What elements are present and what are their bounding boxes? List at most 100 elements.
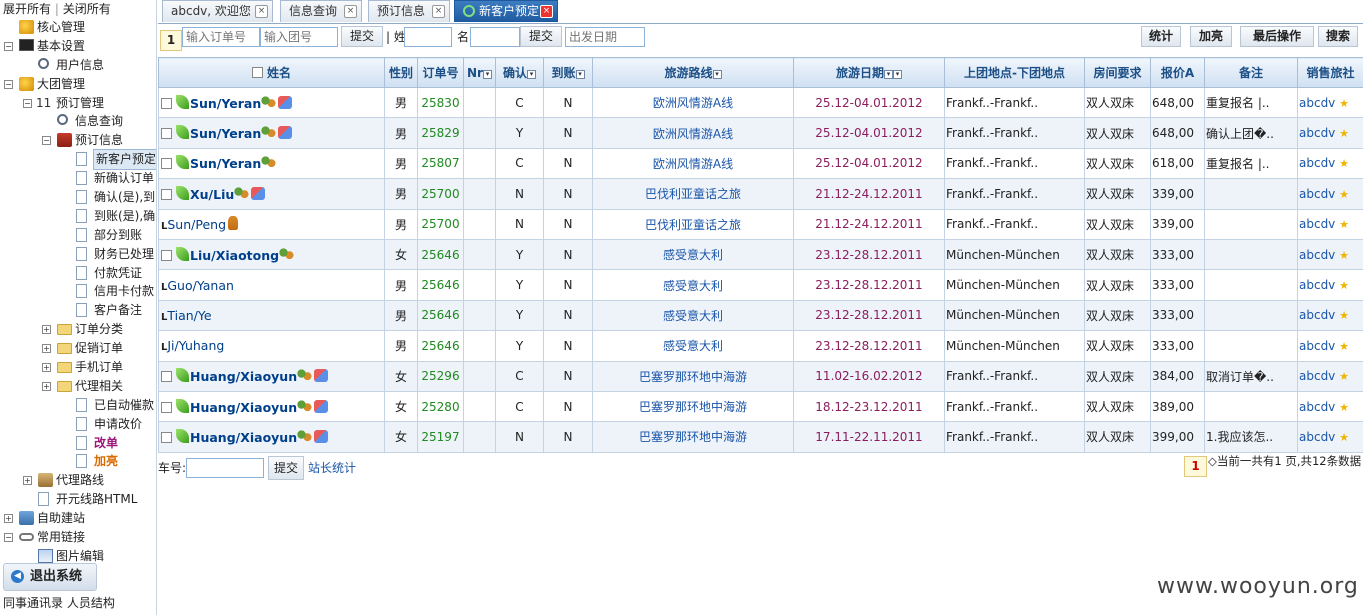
pager-current-page[interactable]: 1 [1184, 456, 1207, 477]
customer-name-link[interactable]: Liu/Xiaotong [190, 248, 279, 263]
cell-agency[interactable]: abcdv ★ [1297, 299, 1363, 332]
star-icon[interactable]: ★ [1339, 431, 1349, 444]
expand-toggle-icon[interactable]: + [42, 363, 51, 373]
customer-name-link[interactable]: Huang/Xiaoyun [190, 369, 297, 384]
cube-icon[interactable] [314, 429, 329, 443]
star-icon[interactable]: ★ [1339, 309, 1349, 322]
cell-route[interactable]: 巴塞罗那环地中海游 [592, 360, 794, 392]
cell-agency[interactable]: abcdv ★ [1297, 330, 1363, 362]
sidebar-item[interactable]: 到账(是),确 [0, 207, 156, 226]
star-icon[interactable]: ★ [1339, 127, 1349, 140]
sidebar-item[interactable]: + 代理相关 [0, 377, 156, 396]
star-icon[interactable]: ★ [1339, 401, 1349, 414]
sidebar-item[interactable]: 付款凭证 [0, 264, 156, 283]
tab-2[interactable]: 预订信息 × [368, 0, 450, 22]
submit-order-button[interactable]: 提交 [341, 26, 383, 47]
sidebar-item[interactable]: 加亮 [0, 452, 156, 471]
cube-icon[interactable] [314, 369, 329, 383]
customer-name-link[interactable]: Guo/Yanan [167, 278, 234, 293]
customer-name-link[interactable]: Sun/Yeran [190, 96, 261, 111]
cube-icon[interactable] [278, 126, 293, 140]
submit-name-button[interactable]: 提交 [520, 26, 562, 47]
tab-1[interactable]: 信息查询 × [280, 0, 362, 22]
agency-link[interactable]: abcdv [1299, 400, 1335, 414]
close-icon[interactable]: × [540, 5, 553, 18]
row-checkbox[interactable] [161, 371, 172, 383]
cell-agency[interactable]: abcdv ★ [1297, 147, 1363, 180]
cell-agency[interactable]: abcdv ★ [1297, 238, 1363, 271]
row-checkbox[interactable] [161, 188, 172, 200]
sidebar-item[interactable]: 财务已处理 [0, 245, 156, 264]
close-icon[interactable]: × [255, 5, 268, 18]
cell-agency[interactable]: abcdv ★ [1297, 178, 1363, 210]
car-submit-button[interactable]: 提交 [268, 456, 304, 480]
cell-agency[interactable]: abcdv ★ [1297, 421, 1363, 453]
cube-icon[interactable] [251, 186, 266, 200]
cell-agency[interactable]: abcdv ★ [1297, 390, 1363, 423]
people-icon[interactable] [297, 369, 313, 383]
col-nr[interactable]: Nr ▾ [463, 57, 496, 88]
cell-route[interactable]: 巴塞罗那环地中海游 [592, 390, 794, 423]
sidebar-item[interactable]: −11 预订管理 [0, 94, 156, 113]
col-name[interactable]: 姓名 [158, 57, 385, 88]
logout-button[interactable]: ◀ 退出系统 [3, 563, 97, 591]
sidebar-item[interactable]: 确认(是),到 [0, 188, 156, 207]
cell-route[interactable]: 感受意大利 [592, 238, 794, 271]
customer-name-link[interactable]: Ji/Yuhang [167, 338, 224, 353]
agency-link[interactable]: abcdv [1299, 217, 1335, 231]
col-date[interactable]: 旅游日期 ▾ ▾ [793, 57, 945, 88]
people-icon[interactable] [261, 156, 277, 170]
agency-link[interactable]: abcdv [1299, 126, 1335, 140]
customer-name-link[interactable]: Sun/Peng [167, 217, 226, 232]
row-checkbox[interactable] [161, 431, 172, 443]
star-icon[interactable]: ★ [1339, 97, 1349, 110]
last-operation-button[interactable]: 最后操作 [1240, 26, 1314, 47]
customer-name-link[interactable]: Sun/Yeran [190, 126, 261, 141]
tab-0[interactable]: abcdv, 欢迎您 × [162, 0, 273, 22]
table-row[interactable]: Liu/Xiaotong 女 25646 Y N 感受意大利 23.12-28.12.201… [158, 238, 1363, 271]
search-button[interactable]: 搜索 [1318, 26, 1358, 47]
row-checkbox[interactable] [161, 401, 172, 413]
given-name-input[interactable] [470, 27, 520, 47]
customer-name-link[interactable]: Xu/Liu [190, 187, 234, 202]
people-icon[interactable] [261, 95, 277, 109]
agency-link[interactable]: abcdv [1299, 248, 1335, 262]
order-number-input[interactable] [182, 27, 260, 47]
row-checkbox[interactable] [161, 249, 172, 261]
cell-route[interactable]: 欧洲风情游A线 [592, 86, 794, 119]
col-confirm[interactable]: 确认 ▾ [495, 57, 544, 88]
cube-icon[interactable] [314, 399, 329, 413]
sidebar-item[interactable]: 核心管理 [0, 18, 156, 37]
customer-name-link[interactable]: Huang/Xiaoyun [190, 430, 297, 445]
table-row[interactable]: Huang/Xiaoyun 女 25197 N N 巴塞罗那环地中海游 17.11-22.1… [158, 421, 1363, 453]
agency-link[interactable]: abcdv [1299, 278, 1335, 292]
table-row[interactable]: Xu/Liu 男 25700 N N 巴伐利亚童话之旅 21.12-24.12.2011 Fr… [158, 178, 1363, 210]
table-row[interactable]: LTian/Ye 男 25646 Y N 感受意大利 23.12-28.12.2011 Mün… [158, 299, 1363, 332]
sidebar-item[interactable]: 部分到账 [0, 226, 156, 245]
expand-toggle-icon[interactable]: − [23, 98, 32, 108]
sidebar-item[interactable]: − 基本设置 [0, 37, 156, 56]
expand-toggle-icon[interactable]: + [23, 476, 32, 486]
sidebar-item[interactable]: + 自助建站 [0, 509, 156, 528]
cell-route[interactable]: 巴塞罗那环地中海游 [592, 421, 794, 453]
customer-name-link[interactable]: Sun/Yeran [190, 156, 261, 171]
row-checkbox[interactable] [161, 158, 172, 170]
refresh-icon[interactable] [463, 5, 475, 17]
cell-agency[interactable]: abcdv ★ [1297, 208, 1363, 240]
sidebar-item[interactable]: 新客户预定 [0, 149, 156, 171]
star-icon[interactable]: ★ [1339, 188, 1349, 201]
people-icon[interactable] [297, 399, 313, 413]
star-icon[interactable]: ★ [1339, 249, 1349, 262]
star-icon[interactable]: ★ [1339, 340, 1349, 353]
col-paid[interactable]: 到账 ▾ [543, 57, 593, 88]
star-icon[interactable]: ★ [1339, 279, 1349, 292]
expand-toggle-icon[interactable]: − [4, 533, 13, 543]
sidebar-item[interactable]: 信用卡付款 [0, 282, 156, 301]
agency-link[interactable]: abcdv [1299, 96, 1335, 110]
departure-date-input[interactable] [565, 27, 645, 47]
sidebar-item[interactable]: + 订单分类 [0, 320, 156, 339]
star-icon[interactable]: ★ [1339, 370, 1349, 383]
close-icon[interactable]: × [344, 5, 357, 18]
people-icon[interactable] [234, 186, 250, 200]
star-icon[interactable]: ★ [1339, 157, 1349, 170]
